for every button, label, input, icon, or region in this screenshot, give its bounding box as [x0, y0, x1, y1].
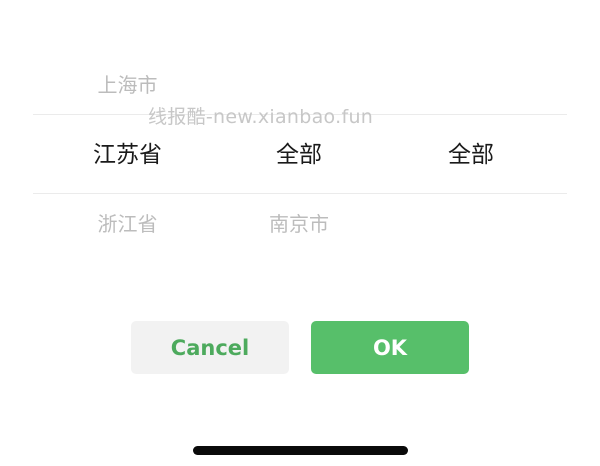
address-picker-sheet: 上海市 江苏省 浙江省 全部 南京市 全部 线报酷-new.xianbao.fu… [0, 0, 600, 466]
cancel-button[interactable]: Cancel [131, 321, 289, 374]
watermark-text: 线报酷-new.xianbao.fun [148, 106, 374, 128]
ok-button[interactable]: OK [311, 321, 469, 374]
district-column[interactable]: 全部 [384, 0, 558, 290]
city-column[interactable]: 全部 南京市 [214, 0, 384, 290]
city-option-selected[interactable]: 全部 [214, 139, 384, 171]
home-indicator-bar[interactable] [193, 446, 408, 455]
district-option-selected[interactable]: 全部 [384, 139, 558, 171]
city-option-next[interactable]: 南京市 [214, 211, 384, 237]
region-picker[interactable]: 上海市 江苏省 浙江省 全部 南京市 全部 [0, 0, 600, 290]
